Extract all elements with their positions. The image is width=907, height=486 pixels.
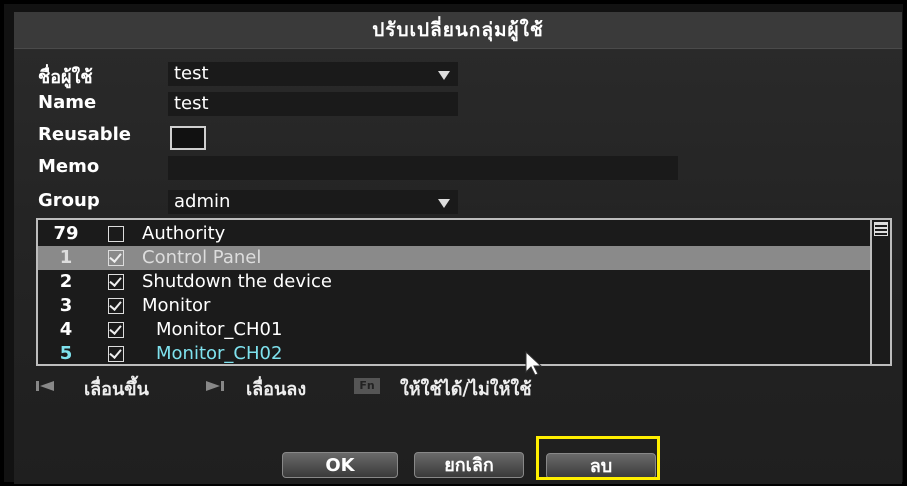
row-checkbox[interactable]: [108, 250, 124, 266]
highlight-box: [536, 436, 660, 480]
group-value: admin: [174, 191, 231, 212]
dialog-title-text: ปรับเปลี่ยนกลุ่มผู้ใช้: [372, 19, 544, 41]
row-checkbox[interactable]: [108, 274, 124, 290]
name-label: Name: [38, 92, 97, 113]
page-down-icon: [206, 381, 224, 391]
row-checkbox[interactable]: [108, 298, 124, 314]
row-label: Monitor: [142, 295, 211, 316]
group-dropdown[interactable]: admin: [168, 190, 458, 214]
reusable-checkbox[interactable]: [170, 126, 206, 150]
username-value: test: [174, 63, 209, 84]
list-item[interactable]: 3 Monitor: [38, 294, 872, 318]
screen-frame: ปรับเปลี่ยนกลุ่มผู้ใช้ ชื่อผู้ใช้ test N…: [0, 0, 907, 486]
row-checkbox[interactable]: [108, 322, 124, 338]
cancel-button[interactable]: ยกเลิก: [414, 452, 524, 478]
memo-label: Memo: [38, 156, 100, 177]
row-number: 79: [53, 223, 79, 244]
row-label: Shutdown the device: [142, 271, 332, 292]
ok-button[interactable]: OK: [282, 452, 398, 478]
hint-toggle: ให้ใช้ได้/ไม่ให้ใช้: [400, 379, 532, 400]
row-checkbox[interactable]: [108, 346, 124, 362]
username-label: ชื่อผู้ใช้: [38, 67, 93, 88]
list-scrollbar[interactable]: [870, 220, 890, 364]
dialog-title: ปรับเปลี่ยนกลุ่มผู้ใช้: [14, 12, 902, 49]
authority-list[interactable]: 79 Authority 1 Control Panel 2 Shutdown …: [36, 218, 892, 366]
list-item[interactable]: 1 Control Panel: [38, 246, 872, 270]
row-label: Authority: [142, 223, 226, 244]
page-up-icon: [36, 381, 54, 391]
reusable-label: Reusable: [38, 124, 132, 145]
name-value: test: [174, 93, 209, 114]
hint-scroll-up: เลื่อนขึ้น: [84, 379, 149, 400]
scroll-grip-icon[interactable]: [874, 222, 888, 236]
list-item[interactable]: 5 Monitor_CH02: [38, 342, 872, 366]
row-checkbox[interactable]: [108, 226, 124, 242]
group-label: Group: [38, 190, 100, 211]
hint-scroll-down: เลื่อนลง: [246, 379, 307, 400]
memo-field[interactable]: [168, 156, 678, 180]
row-number: 3: [59, 295, 73, 316]
chevron-down-icon: [438, 199, 450, 208]
list-item[interactable]: 79 Authority: [38, 222, 872, 246]
list-item[interactable]: 4 Monitor_CH01: [38, 318, 872, 342]
row-label: Monitor_CH02: [156, 343, 283, 364]
row-number: 4: [59, 319, 73, 340]
row-number: 2: [59, 271, 73, 292]
fn-key-icon: Fn: [354, 378, 380, 394]
mouse-cursor-icon: [525, 350, 543, 376]
name-field[interactable]: test: [168, 92, 458, 116]
username-dropdown[interactable]: test: [168, 62, 458, 86]
list-item[interactable]: 2 Shutdown the device: [38, 270, 872, 294]
row-label: Monitor_CH01: [156, 319, 283, 340]
row-label: Control Panel: [142, 247, 262, 268]
row-number: 5: [59, 343, 73, 364]
chevron-down-icon: [438, 71, 450, 80]
modify-user-group-dialog: ปรับเปลี่ยนกลุ่มผู้ใช้ ชื่อผู้ใช้ test N…: [14, 12, 902, 484]
row-number: 1: [59, 247, 73, 268]
